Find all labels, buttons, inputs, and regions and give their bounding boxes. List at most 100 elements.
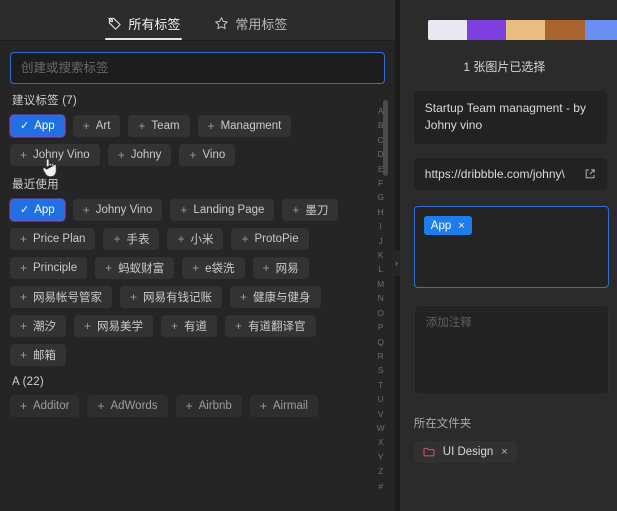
alpha-index-v[interactable]: V [378,407,384,421]
tag-label: Airmail [272,400,308,412]
tag-label: e袋洗 [205,263,235,275]
tag-chip-additor[interactable]: + Additor [10,395,80,417]
alpha-index-j[interactable]: J [379,234,383,248]
plus-icon: + [105,261,113,275]
alpha-index-w[interactable]: W [377,421,385,435]
tag-label: Airbnb [198,400,232,412]
tag-list-scroll-area[interactable]: 建议标签 (7) ✓ App + Art + Team + Managment [0,83,395,511]
alpha-index-i[interactable]: I [380,219,383,233]
plus-icon: + [20,348,28,362]
tag-chip-app-recent[interactable]: ✓ App [10,199,65,221]
tab-all-tags[interactable]: 所有标签 [105,10,183,40]
details-panel: 1 张图片已选择 Startup Team managment - by Joh… [399,0,617,511]
plus-icon: + [20,319,28,333]
alphabet-index-rail[interactable]: A B C D E F G H I J K L M N O P Q R S T U V W X Y Z # [373,104,389,507]
tag-label: Vino [202,149,226,161]
alpha-index-o[interactable]: O [377,306,384,320]
tag-chip-modao[interactable]: + 墨刀 [282,199,339,221]
item-title-field[interactable]: Startup Team managment - by Johny vino [413,91,607,144]
alpha-index-g[interactable]: G [377,190,384,204]
alpha-index-e[interactable]: E [378,162,384,176]
chevron-right-icon: › [395,258,398,268]
tag-chip-landing-page[interactable]: + Landing Page [170,199,275,221]
plus-icon: + [20,290,28,304]
tab-all-tags-label: 所有标签 [128,17,181,32]
tag-chip-youdao[interactable]: + 有道 [161,315,218,337]
tag-chip-netease-money[interactable]: + 网易有钱记账 [120,286,223,308]
tag-chip-team[interactable]: + Team [128,115,190,137]
tag-chip-health-fitness[interactable]: + 健康与健身 [230,286,321,308]
alpha-index-hash[interactable]: # [378,479,383,493]
alpha-index-b[interactable]: B [378,118,384,132]
alpha-index-m[interactable]: M [377,277,384,291]
item-url-field[interactable]: https://dribbble.com/johny\ [413,157,607,190]
remove-tag-icon[interactable]: × [458,220,464,232]
note-textarea[interactable]: 添加注释 [413,304,609,395]
tag-label: Landing Page [193,204,265,216]
alpha-index-r[interactable]: R [378,349,384,363]
tag-chip-airbnb[interactable]: + Airbnb [175,395,242,417]
tag-chip-youdao-translate[interactable]: + 有道翻译官 [225,315,316,337]
alpha-index-p[interactable]: P [378,320,384,334]
plus-icon: + [138,119,146,133]
tag-chip-adwords[interactable]: + AdWords [87,395,168,417]
tag-chip-johny[interactable]: + Johny [107,144,172,166]
palette-swatch-4 [545,20,585,40]
alpha-index-z[interactable]: Z [378,464,383,478]
folder-chip-label: UI Design [442,445,494,458]
tag-label: 有道翻译官 [248,321,306,333]
star-icon [214,16,229,31]
tag-chip-app-suggested[interactable]: ✓ App [10,115,65,137]
alpha-index-n[interactable]: N [378,291,384,305]
tag-chip-edaixi[interactable]: + e袋洗 [182,257,245,279]
alpha-index-h[interactable]: H [378,205,384,219]
plus-icon: + [259,399,267,413]
plus-icon: + [207,119,215,133]
check-icon: ✓ [20,119,30,132]
alpha-index-q[interactable]: Q [377,335,384,349]
tag-chip-managment[interactable]: + Managment [197,115,292,137]
alpha-index-u[interactable]: U [378,392,384,406]
tag-chip-johny-vino[interactable]: + Johny Vino [10,144,100,166]
tag-chip-mail[interactable]: + 邮箱 [10,344,67,366]
tag-label: Additor [33,400,70,412]
tag-chip-art[interactable]: + Art [72,115,121,137]
tag-chip-netease-aesthetics[interactable]: + 网易美学 [74,315,154,337]
tag-chip-price-plan[interactable]: + Price Plan [10,228,96,250]
tag-chip-watch[interactable]: + 手表 [103,228,160,250]
alpha-index-l[interactable]: L [378,262,383,276]
applied-tag-app[interactable]: App × [423,216,472,236]
tag-chip-vino[interactable]: + Vino [179,144,236,166]
search-input[interactable] [10,52,385,84]
alpha-index-a[interactable]: A [378,104,384,118]
alpha-index-c[interactable]: C [378,133,384,147]
tag-label: Principle [33,262,78,274]
tag-chip-airmail[interactable]: + Airmail [249,395,318,417]
tag-label: Art [95,120,111,132]
tag-label: 墨刀 [305,205,329,217]
remove-folder-icon[interactable]: × [501,446,507,458]
alpha-index-k[interactable]: K [378,248,384,262]
tag-chip-netease[interactable]: + 网易 [252,257,309,279]
plus-icon: + [113,232,121,246]
alpha-index-d[interactable]: D [378,147,384,161]
alpha-index-f[interactable]: F [378,176,383,190]
tag-chip-protopie[interactable]: + ProtoPie [231,228,309,250]
tag-label: Managment [220,120,282,132]
tag-chip-tide[interactable]: + 潮汐 [10,315,67,337]
tab-frequent-tags[interactable]: 常用标签 [212,10,289,40]
tag-chip-johny-vino-recent[interactable]: + Johny Vino [72,199,163,221]
tag-chip-xiaomi[interactable]: + 小米 [167,228,224,250]
tag-chip-netease-account[interactable]: + 网易帐号管家 [10,286,113,308]
applied-tag-label: App [430,219,452,232]
tag-chip-principle[interactable]: + Principle [10,257,88,279]
alpha-index-x[interactable]: X [378,435,384,449]
external-link-icon[interactable] [584,168,596,180]
tab-frequent-tags-label: 常用标签 [235,17,288,32]
alpha-index-y[interactable]: Y [378,450,384,464]
folder-chip-ui-design[interactable]: UI Design × [413,440,517,463]
tag-chip-antfortune[interactable]: + 蚂蚁财富 [95,257,175,279]
alpha-index-s[interactable]: S [378,363,384,377]
applied-tags-input[interactable]: App × [413,205,609,288]
alpha-index-t[interactable]: T [378,378,383,392]
